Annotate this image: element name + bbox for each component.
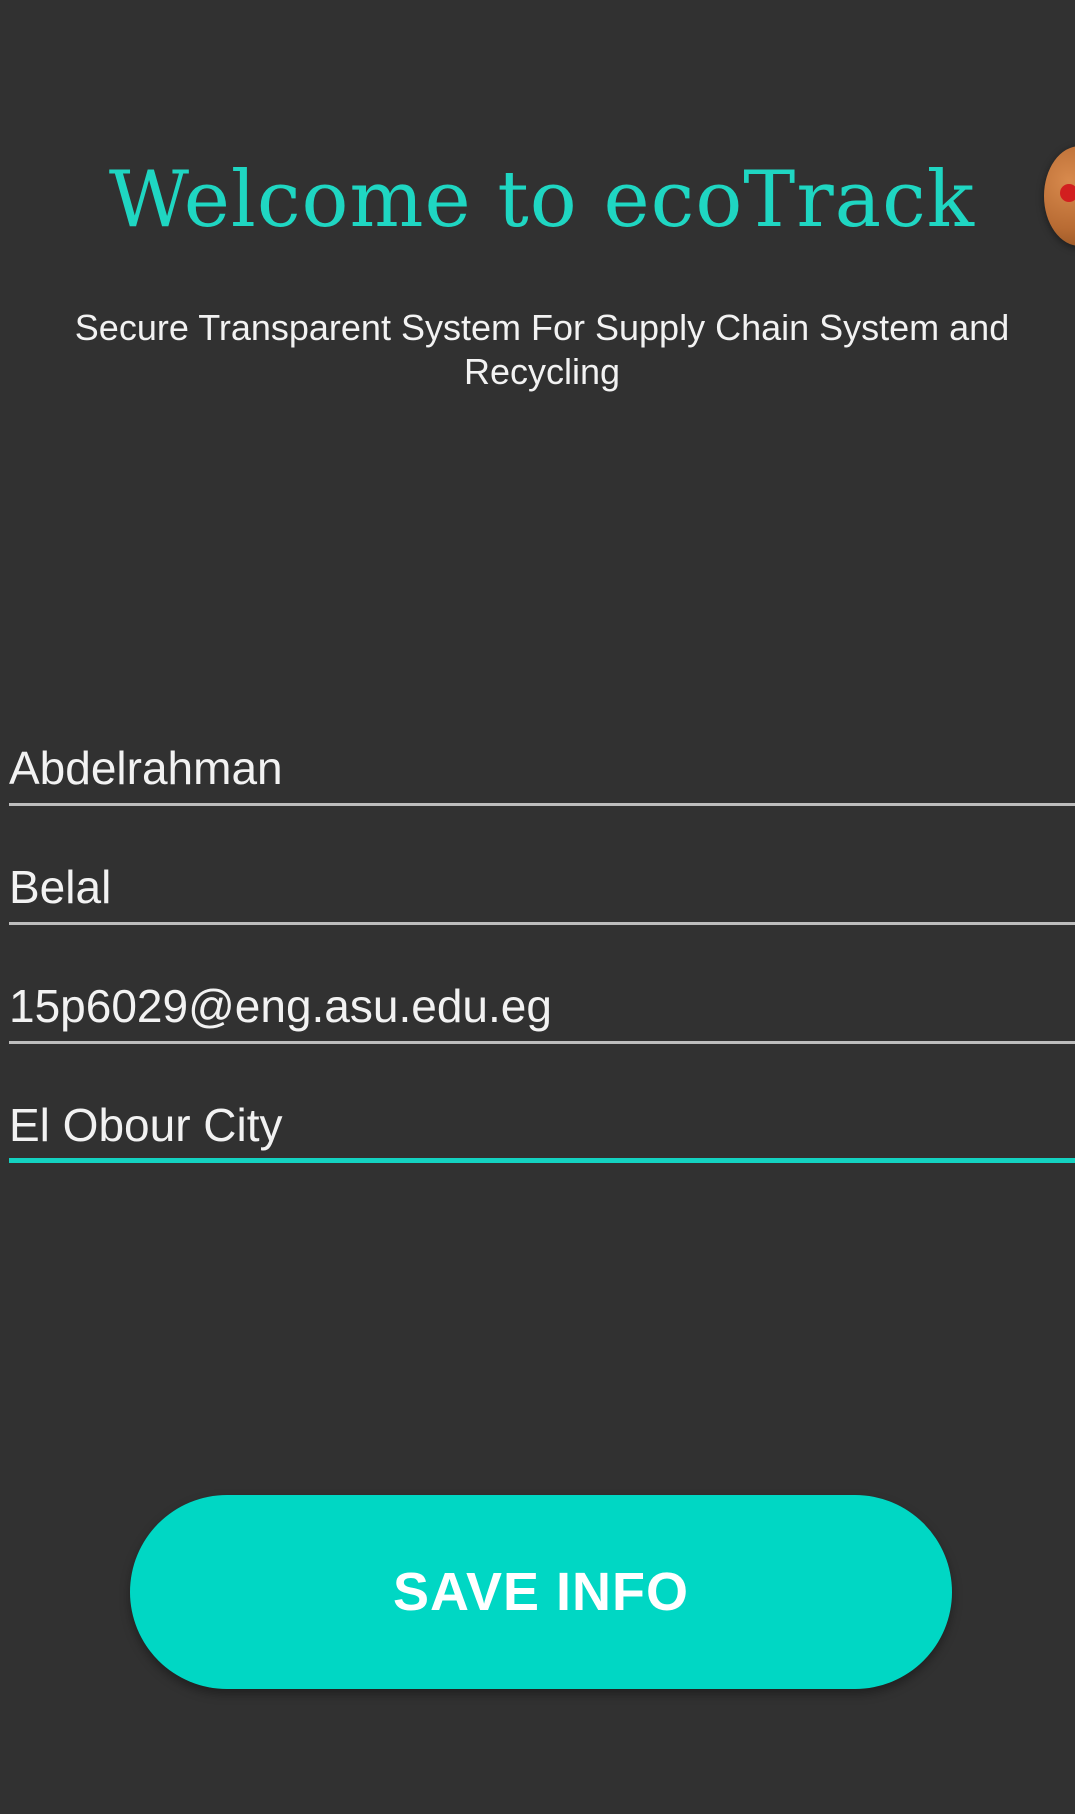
- notification-dot-icon: [1060, 184, 1075, 202]
- save-info-button[interactable]: SAVE INFO: [130, 1495, 952, 1689]
- last-name-input[interactable]: [9, 857, 1075, 917]
- city-underline-active: [9, 1158, 1075, 1163]
- email-underline: [9, 1041, 1075, 1044]
- last-name-field-container: [9, 857, 1075, 925]
- first-name-field-container: [9, 738, 1075, 806]
- app-screen: Welcome to ecoTrack Secure Transparent S…: [0, 0, 1075, 1814]
- city-field-container: [9, 1095, 1075, 1163]
- page-title: Welcome to ecoTrack: [108, 155, 976, 245]
- last-name-underline: [9, 922, 1075, 925]
- page-subtitle: Secure Transparent System For Supply Cha…: [74, 307, 1010, 392]
- email-input[interactable]: [9, 976, 1075, 1036]
- first-name-input[interactable]: [9, 738, 1075, 798]
- city-input[interactable]: [9, 1095, 1075, 1155]
- email-field-container: [9, 976, 1075, 1044]
- first-name-underline: [9, 803, 1075, 806]
